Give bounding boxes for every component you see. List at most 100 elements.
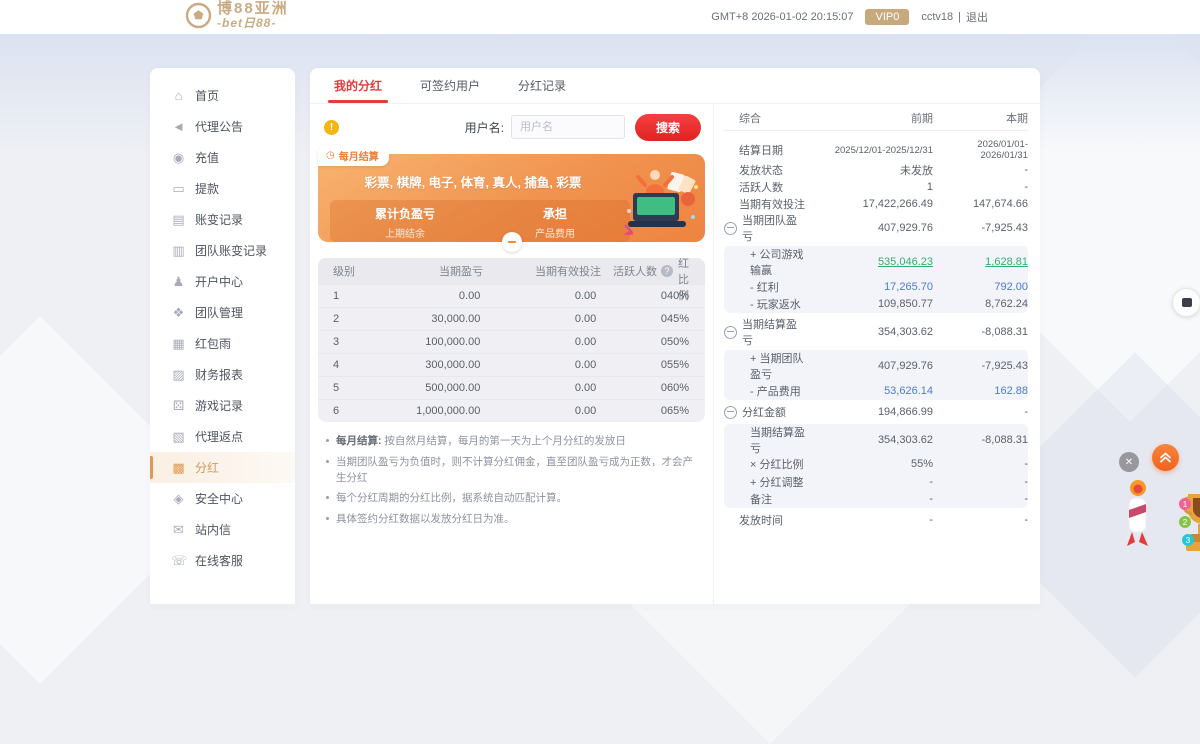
cell-dividend-ratio: 40% (666, 290, 689, 302)
sidebar-item-label: 充值 (195, 151, 220, 165)
sidebar-item-security-center[interactable]: ◈ 安全中心 (150, 483, 295, 514)
close-promo-button[interactable]: ✕ (1119, 452, 1139, 472)
sidebar-item-game-records[interactable]: ⚄ 游戏记录 (150, 390, 295, 421)
sidebar-item-red-packet-rain[interactable]: ▦ 红包雨 (150, 328, 295, 359)
bullet-icon (326, 459, 329, 463)
sidebar-item-team-management[interactable]: ❖ 团队管理 (150, 297, 295, 328)
summary-row-label: + 分红调整 (750, 476, 804, 489)
cell-profit: 30,000.00 (431, 313, 481, 325)
promo-mascot[interactable] (1120, 476, 1156, 581)
cell-active-users: 0 (660, 313, 667, 325)
summary-prev-value: - (929, 513, 933, 526)
summary-cur-value: 2026/01/01-2026/01/31 (977, 139, 1028, 161)
summary-prev-value: 354,303.62 (877, 433, 933, 446)
cell-dividend-ratio: 65% (666, 405, 689, 417)
summary-row-label: 发放时间 (739, 514, 783, 527)
promo-trophy[interactable]: 1 2 3 (1176, 486, 1200, 591)
note-item: 当期团队盈亏为负值时，则不计算分红佣金，直至团队盈亏成为正数，才会产生分红 (326, 455, 699, 487)
logout-link[interactable]: 退出 (966, 9, 988, 25)
cell-valid-bets: 0.00 (574, 290, 597, 302)
customer-service-icon: ☏ (171, 552, 188, 568)
summary-header-row: 综合 前期 本期 (724, 106, 1028, 131)
summary-prev-value: 109,850.77 (877, 298, 933, 311)
summary-cur-value: 792.00 (994, 280, 1028, 293)
agent-rebate-icon: ▧ (172, 428, 185, 444)
summary-cur-value: 162.88 (994, 384, 1028, 397)
cell-profit: 0.00 (458, 290, 481, 302)
floating-service-button[interactable] (1172, 288, 1200, 317)
topbar: 博88亚洲 -bet日88- GMT+8 2026-01-02 20:15:07… (0, 0, 1200, 34)
team-account-changes-icon: ▥ (172, 242, 185, 258)
logo[interactable]: 博88亚洲 -bet日88- (185, 1, 289, 29)
sidebar-item-label: 在线客服 (195, 554, 244, 568)
cell-level: 2 (333, 313, 340, 325)
logo-subtitle: -bet日88- (217, 15, 277, 30)
red-packet-icon: ▦ (172, 335, 185, 351)
summary-row-label: - 产品费用 (750, 385, 801, 398)
summary-panel: 综合 前期 本期 结算日期 2025/12/01-2025/12/31 2026… (713, 104, 1040, 604)
tab-my-dividend[interactable]: 我的分红 (327, 77, 389, 103)
cell-valid-bets: 0.00 (574, 359, 597, 371)
sidebar-item-site-mail[interactable]: ✉ 站内信 (150, 514, 295, 545)
summary-prev-value: 2025/12/01-2025/12/31 (834, 144, 933, 156)
sidebar-item-label: 账变记录 (195, 213, 244, 227)
summary-cur-value: -7,925.43 (981, 360, 1028, 372)
summary-prev-value: 407,929.76 (877, 222, 933, 234)
summary-cur-value: 1,628.81 (985, 256, 1028, 268)
team-management-icon: ❖ (172, 304, 185, 320)
sidebar-item-withdraw[interactable]: ▭ 提款 (150, 173, 295, 204)
clock-icon: ◷ (326, 150, 335, 161)
logo-title: 博88亚洲 (217, 0, 289, 17)
tab-label: 我的分红 (334, 79, 383, 93)
username-label: 用户名: (464, 120, 504, 135)
sidebar-item-dividend[interactable]: ▩ 分红 (150, 452, 295, 483)
summary-prev-value: 17,265.70 (884, 280, 933, 293)
cell-level: 4 (333, 359, 340, 371)
collapse-minus-icon[interactable] (724, 405, 737, 419)
summary-row: - 产品费用 53,626.14 162.88 (724, 382, 1028, 400)
sidebar-item-financial-report[interactable]: ▨ 财务报表 (150, 359, 295, 390)
sidebar-item-label: 安全中心 (195, 492, 244, 506)
notice-icon[interactable]: ! (324, 119, 339, 135)
summary-cur-value: 147,674.66 (972, 197, 1028, 210)
sidebar-item-team-account-changes[interactable]: ▥ 团队账变记录 (150, 235, 295, 266)
collapse-minus-icon[interactable] (724, 221, 737, 235)
tabbar: 我的分红 可签约用户 分红记录 (310, 68, 1040, 104)
username[interactable]: cctv18 (921, 11, 953, 23)
collapse-banner-button[interactable] (501, 232, 522, 252)
summary-rows: 结算日期 2025/12/01-2025/12/31 2026/01/01-20… (724, 139, 1028, 528)
sidebar-item-agent-announcement[interactable]: ◄ 代理公告 (150, 111, 295, 142)
summary-prev-value: 53,626.14 (884, 384, 933, 397)
sidebar-item-home[interactable]: ⌂ 首页 (150, 80, 295, 111)
help-icon[interactable]: ? (661, 265, 673, 277)
search-button[interactable]: 搜索 (635, 113, 701, 141)
cell-profit: 100,000.00 (425, 336, 481, 348)
collapse-minus-icon[interactable] (724, 325, 737, 339)
back-to-top-button[interactable] (1152, 444, 1179, 471)
trophy-badge-1: 1 (1183, 500, 1188, 509)
sidebar-item-label: 站内信 (195, 523, 232, 537)
summary-cur-value: - (1024, 163, 1028, 176)
sidebar-item-label: 代理公告 (195, 120, 244, 134)
sidebar-item-account-opening[interactable]: ♟ 开户中心 (150, 266, 295, 297)
sidebar-item-deposit[interactable]: ◉ 充值 (150, 142, 295, 173)
sidebar-item-online-service[interactable]: ☏ 在线客服 (150, 545, 295, 576)
username-input[interactable] (511, 115, 625, 139)
summary-prev-value: 194,866.99 (877, 406, 933, 418)
summary-row: 当期团队盈亏 407,929.76 -7,925.43 (724, 212, 1028, 244)
sidebar-item-label: 分红 (195, 461, 220, 475)
summary-prev-value: 未发放 (900, 164, 933, 177)
game-records-icon: ⚄ (172, 397, 185, 413)
tab-label: 分红记录 (518, 79, 567, 93)
summary-row: - 红利 17,265.70 792.00 (724, 278, 1028, 296)
main-card: 我的分红 可签约用户 分红记录 ! 用户名: 搜索 ◷ 每月结算 彩票, 棋牌,… (310, 68, 1040, 604)
announcement-icon: ◄ (172, 119, 185, 134)
tab-signable-users[interactable]: 可签约用户 (420, 77, 480, 103)
sidebar-item-label: 红包雨 (195, 337, 232, 351)
cell-level: 1 (333, 290, 340, 302)
sidebar-item-agent-rebate[interactable]: ▧ 代理返点 (150, 421, 295, 452)
sidebar-item-account-changes[interactable]: ▤ 账变记录 (150, 204, 295, 235)
summary-row-label: 活跃人数 (739, 181, 783, 194)
tab-dividend-records[interactable]: 分红记录 (518, 77, 566, 103)
table-row: 2 30,000.00 0.00 0 45% (318, 307, 705, 330)
